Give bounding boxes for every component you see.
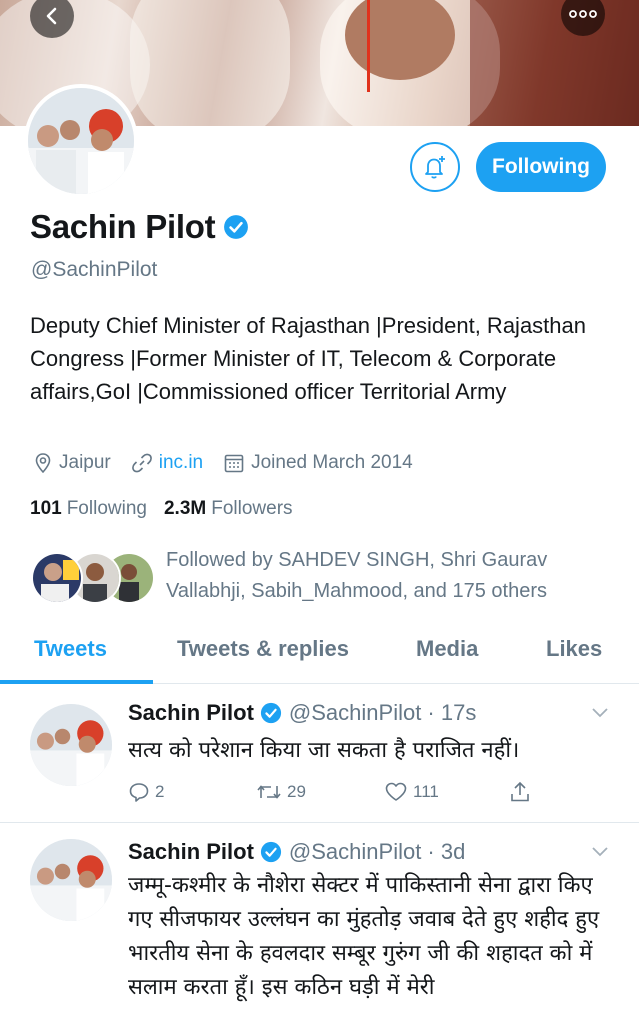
back-arrow-icon	[46, 7, 57, 25]
retweet-button[interactable]: 29	[256, 781, 384, 803]
followers-count-link[interactable]: 2.3M Followers	[164, 498, 293, 520]
profile-handle: @SachinPilot	[31, 258, 158, 281]
tweet[interactable]: Sachin Pilot @SachinPilot · 17s सत्य को …	[0, 684, 639, 822]
more-dots-icon	[569, 10, 597, 18]
tab-media[interactable]: Media	[416, 636, 478, 662]
profile-bio: Deputy Chief Minister of Rajasthan |Pres…	[30, 313, 586, 404]
like-heart-icon	[385, 782, 407, 801]
tweet-author-name: Sachin Pilot	[128, 839, 254, 864]
followed-by-text[interactable]: Followed by SAHDEV SINGH, Shri Gaurav Va…	[166, 545, 606, 607]
tweet-text: सत्य को परेशान किया जा सकता है पराजित नह…	[128, 738, 520, 763]
verified-badge-icon	[260, 702, 282, 724]
tab-likes[interactable]: Likes	[546, 636, 602, 662]
profile-website-link[interactable]: inc.in	[131, 452, 203, 474]
tab-tweets-replies[interactable]: Tweets & replies	[177, 636, 349, 662]
profile-tabs: Tweets Tweets & replies Media Likes	[0, 620, 639, 684]
followed-by-avatars[interactable]	[31, 552, 155, 606]
tweet-avatar[interactable]	[30, 839, 112, 921]
avatar	[31, 552, 83, 604]
notifications-bell-button[interactable]	[410, 142, 460, 192]
profile-avatar[interactable]	[24, 84, 138, 198]
bell-plus-icon	[425, 156, 445, 179]
tweet-avatar[interactable]	[30, 704, 112, 786]
calendar-icon	[224, 454, 244, 473]
following-button[interactable]: Following	[476, 142, 606, 192]
profile-location: Jaipur	[33, 452, 111, 474]
link-icon	[131, 453, 152, 473]
verified-badge-icon	[260, 841, 282, 863]
chevron-down-icon[interactable]	[590, 706, 610, 720]
profile-display-name: Sachin Pilot	[30, 208, 216, 245]
tweet-author-handle: @SachinPilot · 3d	[288, 839, 466, 864]
location-pin-icon	[35, 453, 51, 474]
share-icon	[511, 781, 529, 802]
tweet-text: जम्मू-कश्मीर के नौशेरा सेक्टर में पाकिस्…	[128, 873, 600, 1000]
chevron-down-icon[interactable]	[590, 845, 610, 859]
profile-joined-date: Joined March 2014	[223, 452, 413, 474]
share-button[interactable]	[508, 780, 532, 804]
following-count-link[interactable]: 101 Following	[30, 498, 147, 520]
verified-badge-icon	[223, 214, 249, 240]
retweet-icon	[257, 785, 281, 799]
tweet-author-handle: @SachinPilot · 17s	[288, 700, 477, 725]
reply-icon	[129, 783, 149, 802]
tab-tweets[interactable]: Tweets	[34, 636, 107, 662]
tweet[interactable]: Sachin Pilot @SachinPilot · 3d जम्मू-कश्…	[0, 823, 639, 1024]
reply-button[interactable]: 2	[128, 781, 256, 803]
like-button[interactable]: 111	[384, 781, 508, 803]
tweet-author-name: Sachin Pilot	[128, 700, 254, 725]
